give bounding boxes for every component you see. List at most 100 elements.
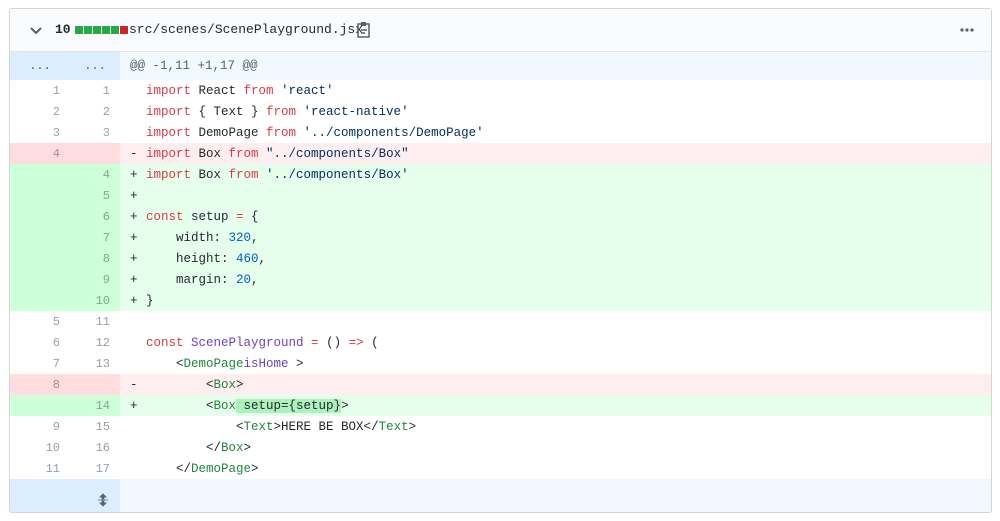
kebab-horizontal-icon[interactable] bbox=[959, 22, 975, 38]
code-line: + height: 460, bbox=[120, 248, 991, 269]
old-line-number[interactable]: 3 bbox=[10, 122, 70, 143]
expand-row-filler bbox=[120, 479, 991, 512]
new-line-number[interactable]: 14 bbox=[70, 395, 120, 416]
new-line-number[interactable]: 16 bbox=[70, 437, 120, 458]
code-line: </DemoPage> bbox=[120, 458, 991, 479]
old-line-number[interactable] bbox=[10, 185, 70, 206]
diff-file: 10 src/scenes/ScenePlayground.jsx ... ..… bbox=[9, 8, 992, 513]
old-line-number[interactable] bbox=[10, 395, 70, 416]
diff-marker: + bbox=[130, 209, 138, 224]
old-line-number[interactable]: 8 bbox=[10, 374, 70, 395]
new-line-number[interactable]: 3 bbox=[70, 122, 120, 143]
old-line-number[interactable] bbox=[10, 269, 70, 290]
new-line-number[interactable]: 13 bbox=[70, 353, 120, 374]
code-token: isHome bbox=[243, 356, 297, 371]
new-line-number[interactable]: 11 bbox=[70, 311, 120, 332]
diff-marker: + bbox=[130, 188, 138, 203]
old-line-number[interactable] bbox=[10, 206, 70, 227]
code-token: from bbox=[243, 83, 282, 98]
code-token: { Text } bbox=[198, 104, 267, 119]
diff-line-add: 7 + width: 320, bbox=[10, 227, 991, 248]
diffstat-block bbox=[75, 26, 83, 34]
new-line-number[interactable] bbox=[70, 374, 120, 395]
code-line: + margin: 20, bbox=[120, 269, 991, 290]
code-token: Box bbox=[198, 146, 229, 161]
code-token: </ bbox=[146, 461, 192, 476]
old-line-number[interactable]: 7 bbox=[10, 353, 70, 374]
old-line-number[interactable]: 2 bbox=[10, 101, 70, 122]
code-token: > bbox=[296, 356, 304, 371]
code-line: </Box> bbox=[120, 437, 991, 458]
diff-marker: - bbox=[130, 377, 138, 392]
code-token: 'react' bbox=[281, 83, 334, 98]
code-token: Box bbox=[213, 398, 237, 413]
diff-marker bbox=[130, 441, 146, 455]
diff-line-add: 4 + import Box from '../components/Box' bbox=[10, 164, 991, 185]
diff-marker: + bbox=[130, 167, 138, 182]
old-line-number[interactable] bbox=[10, 248, 70, 269]
code-token: > bbox=[243, 440, 252, 455]
old-line-number[interactable]: 1 bbox=[10, 80, 70, 101]
code-token: > bbox=[408, 419, 417, 434]
code-token: , bbox=[258, 251, 267, 266]
code-token: => bbox=[348, 335, 372, 350]
old-line-number[interactable] bbox=[10, 290, 70, 311]
new-line-number[interactable]: 2 bbox=[70, 101, 120, 122]
new-line-number[interactable] bbox=[70, 143, 120, 164]
old-line-number[interactable]: 4 bbox=[10, 143, 70, 164]
old-line-number[interactable]: 11 bbox=[10, 458, 70, 479]
old-line-number[interactable] bbox=[10, 227, 70, 248]
new-line-number[interactable]: 10 bbox=[70, 290, 120, 311]
code-token: } bbox=[146, 293, 154, 308]
file-path[interactable]: src/scenes/ScenePlayground.jsx bbox=[129, 9, 363, 51]
code-line: const ScenePlayground = () => ( bbox=[120, 332, 991, 353]
code-token: '../components/DemoPage' bbox=[303, 125, 484, 140]
chevron-down-icon[interactable] bbox=[28, 22, 44, 38]
diff-marker: - bbox=[130, 146, 138, 161]
new-line-number[interactable]: 17 bbox=[70, 458, 120, 479]
new-line-number[interactable]: 6 bbox=[70, 206, 120, 227]
code-token: const bbox=[146, 335, 192, 350]
old-line-number[interactable]: 6 bbox=[10, 332, 70, 353]
new-line-number[interactable]: 1 bbox=[70, 80, 120, 101]
code-token: 460 bbox=[236, 251, 259, 266]
old-line-number[interactable]: 10 bbox=[10, 437, 70, 458]
diff-marker bbox=[130, 357, 146, 371]
diffstat-block bbox=[120, 26, 128, 34]
diff-table: ... ... @@ -1,11 +1,17 @@ 11 import Reac… bbox=[10, 52, 991, 512]
expand-button[interactable] bbox=[10, 479, 120, 512]
diffstat-block bbox=[111, 26, 119, 34]
hunk-expand-old[interactable]: ... bbox=[10, 52, 70, 80]
code-token: from bbox=[228, 167, 267, 182]
new-line-number[interactable]: 15 bbox=[70, 416, 120, 437]
diff-marker: + bbox=[130, 272, 138, 287]
new-line-number[interactable]: 8 bbox=[70, 248, 120, 269]
code-token: ( bbox=[371, 335, 379, 350]
code-line: - <Box> bbox=[120, 374, 991, 395]
new-line-number[interactable]: 9 bbox=[70, 269, 120, 290]
clipboard-icon[interactable] bbox=[356, 21, 372, 39]
diff-line-ctx: 9 15 <Text>HERE BE BOX</Text> bbox=[10, 416, 991, 437]
old-line-number[interactable]: 5 bbox=[10, 311, 70, 332]
old-line-number[interactable] bbox=[10, 164, 70, 185]
code-token: setup={setup} bbox=[236, 398, 342, 413]
diff-line-add: 9 + margin: 20, bbox=[10, 269, 991, 290]
new-line-number[interactable]: 5 bbox=[70, 185, 120, 206]
unfold-icon[interactable] bbox=[96, 493, 110, 507]
code-token: ScenePlayground bbox=[191, 335, 312, 350]
code-token: DemoPage bbox=[183, 356, 244, 371]
diff-marker: + bbox=[130, 398, 138, 413]
diff-line-ctx: 7 13 <DemoPageisHome > bbox=[10, 353, 991, 374]
code-token: 20 bbox=[236, 272, 252, 287]
change-count: 10 bbox=[55, 22, 71, 37]
hunk-expand-new[interactable]: ... bbox=[70, 52, 120, 80]
diff-line-del: 8 - <Box> bbox=[10, 374, 991, 395]
code-line: + width: 320, bbox=[120, 227, 991, 248]
new-line-number[interactable]: 12 bbox=[70, 332, 120, 353]
old-line-number[interactable]: 9 bbox=[10, 416, 70, 437]
new-line-number[interactable]: 7 bbox=[70, 227, 120, 248]
code-line: - import Box from "../components/Box" bbox=[120, 143, 991, 164]
code-token: = bbox=[236, 209, 252, 224]
code-token: < bbox=[146, 419, 244, 434]
new-line-number[interactable]: 4 bbox=[70, 164, 120, 185]
